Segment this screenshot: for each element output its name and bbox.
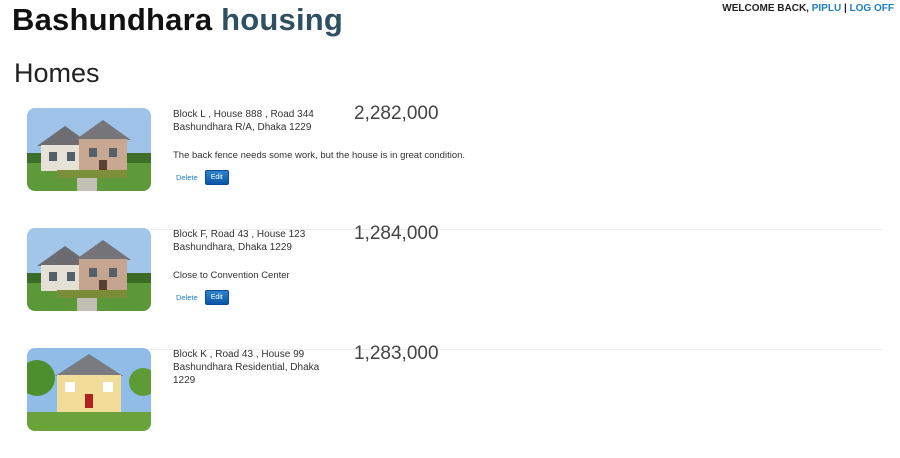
listing-price: 1,284,000 bbox=[354, 223, 439, 244]
listing-price: 2,282,000 bbox=[354, 103, 439, 124]
house-photo[interactable] bbox=[27, 348, 151, 431]
address-line-1: Block K , Road 43 , House 99 bbox=[173, 349, 305, 360]
home-listing: Block L , House 888 , Road 344 Bashundha… bbox=[27, 103, 882, 230]
address-line-2: Bashundhara Residential, Dhaka 1229 bbox=[173, 362, 320, 386]
listing-actions: Delete Edit bbox=[173, 169, 229, 187]
user-bar: WELCOME BACK, PIPLU | LOG OFF bbox=[722, 3, 894, 14]
delete-link[interactable]: Delete bbox=[176, 173, 198, 182]
brand-main-text: Bashundhara bbox=[12, 2, 213, 37]
username-link[interactable]: PIPLU bbox=[812, 3, 841, 14]
address-line-2: Bashundhara, Dhaka 1229 bbox=[173, 242, 292, 253]
listing-description: Close to Convention Center bbox=[173, 270, 290, 281]
logoff-link[interactable]: LOG OFF bbox=[850, 3, 894, 14]
listing-address: Block K , Road 43 , House 99 Bashundhara… bbox=[173, 348, 323, 387]
page-title: Homes bbox=[14, 58, 100, 88]
home-listing: Block K , Road 43 , House 99 Bashundhara… bbox=[27, 343, 882, 458]
listing-actions: Delete Edit bbox=[173, 289, 229, 307]
address-line-1: Block F, Road 43 , House 123 bbox=[173, 229, 306, 240]
address-line-1: Block L , House 888 , Road 344 bbox=[173, 109, 314, 120]
delete-link[interactable]: Delete bbox=[176, 293, 198, 302]
listing-price: 1,283,000 bbox=[354, 343, 439, 364]
user-bar-separator: | bbox=[841, 3, 850, 14]
brand-accent-text: housing bbox=[221, 2, 344, 37]
house-photo[interactable] bbox=[27, 108, 151, 191]
welcome-text: WELCOME BACK, bbox=[722, 3, 812, 14]
edit-button[interactable]: Edit bbox=[204, 290, 229, 306]
house-photo[interactable] bbox=[27, 228, 151, 311]
home-listing: Block F, Road 43 , House 123 Bashundhara… bbox=[27, 223, 882, 350]
address-line-2: Bashundhara R/A, Dhaka 1229 bbox=[173, 122, 312, 133]
site-logo[interactable]: Bashundhara housing bbox=[12, 2, 343, 38]
listing-address: Block L , House 888 , Road 344 Bashundha… bbox=[173, 108, 323, 134]
edit-button[interactable]: Edit bbox=[204, 170, 229, 186]
listing-description: The back fence needs some work, but the … bbox=[173, 150, 466, 161]
listing-address: Block F, Road 43 , House 123 Bashundhara… bbox=[173, 228, 323, 254]
